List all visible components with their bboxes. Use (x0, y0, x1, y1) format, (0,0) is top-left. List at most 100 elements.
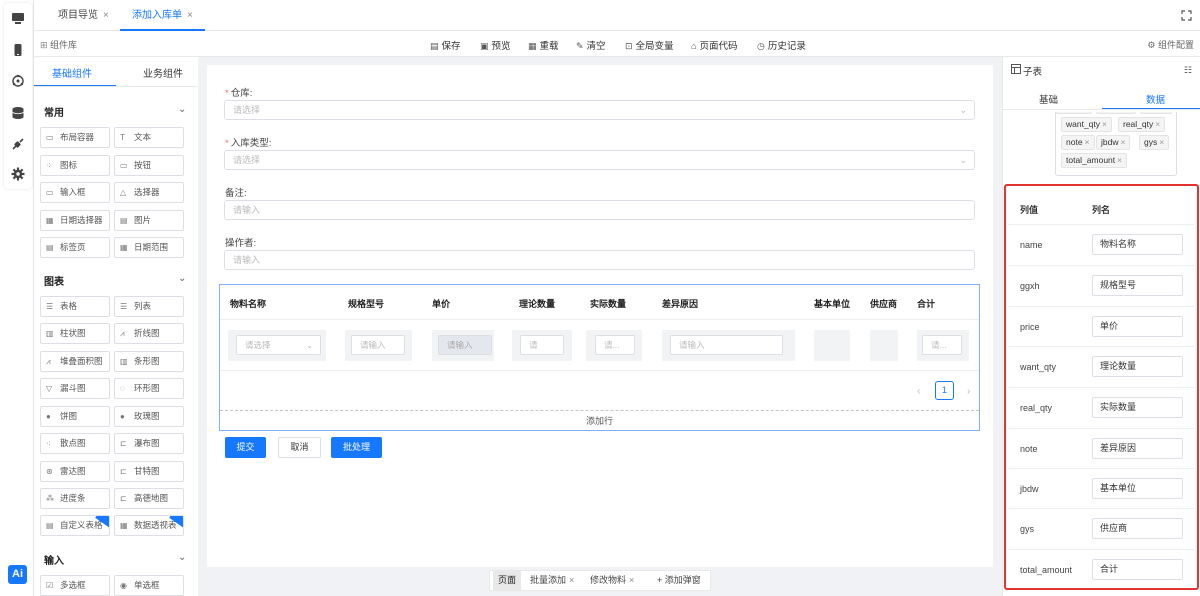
want-qty-input[interactable]: 请 (520, 335, 564, 355)
page-tab-edit-material[interactable]: 修改物料× (590, 571, 634, 590)
ai-model-icon[interactable] (11, 74, 25, 88)
page-tab-main[interactable]: 页面 (493, 571, 521, 590)
cancel-button[interactable]: 取消 (278, 437, 321, 458)
component-icon[interactable]: ⁘图标 (40, 155, 110, 176)
warehouse-select[interactable]: 请选择⌄ (224, 100, 975, 120)
mapping-value-input[interactable]: 差异原因 (1092, 438, 1183, 459)
operator-input[interactable]: 请输入 (224, 250, 975, 270)
close-icon[interactable]: × (1117, 155, 1122, 165)
history-button[interactable]: ◷历史记录 (757, 38, 806, 52)
component-progress[interactable]: ⁂进度条 (40, 488, 110, 509)
component-funnel[interactable]: ▽漏斗图 (40, 378, 110, 399)
tab-project-overview[interactable]: 项目导览× (58, 0, 109, 31)
component-line-chart[interactable]: ⩘折线图 (114, 323, 184, 344)
component-input[interactable]: ▭输入框 (40, 182, 110, 203)
component-radar[interactable]: ⊛雷达图 (40, 461, 110, 482)
chevron-right-icon[interactable]: › (967, 386, 970, 397)
note-input[interactable]: 请输入 (670, 335, 783, 355)
mapping-value-input[interactable]: 供应商 (1092, 518, 1183, 539)
clear-button[interactable]: ✎清空 (576, 38, 606, 52)
component-checkbox[interactable]: ☑多选框 (40, 575, 110, 596)
component-list[interactable]: ☰列表 (114, 296, 184, 317)
monitor-icon[interactable] (11, 11, 25, 25)
mapping-value-input[interactable]: 实际数量 (1092, 397, 1183, 418)
columns-multiselect[interactable]: want_qty× real_qty× note× jbdw× gys× tot… (1055, 112, 1177, 176)
ai-assistant-button[interactable]: Ai (8, 565, 27, 584)
component-pivot-table[interactable]: ▦数据透视表 (114, 515, 184, 536)
add-dialog-button[interactable]: + 添加弹窗 (657, 571, 701, 590)
component-tabs[interactable]: ▤标签页 (40, 237, 110, 258)
close-icon[interactable]: × (569, 575, 574, 585)
component-radio[interactable]: ◉单选框 (114, 575, 184, 596)
mapping-value-input[interactable]: 规格型号 (1092, 275, 1183, 296)
mapping-value-input[interactable]: 基本单位 (1092, 478, 1183, 499)
chip-real-qty[interactable]: real_qty× (1118, 117, 1165, 132)
tab-basic-components[interactable]: 基础组件 (52, 65, 92, 80)
tab-data[interactable]: 数据 (1146, 92, 1165, 106)
plugin-icon[interactable] (11, 137, 25, 151)
component-rose-chart[interactable]: ●玫瑰图 (114, 406, 184, 427)
component-date-range[interactable]: ▦日期范围 (114, 237, 184, 258)
tab-add-inbound[interactable]: 添加入库单× (120, 0, 205, 31)
component-amap[interactable]: ⊏高德地图 (114, 488, 184, 509)
page-number[interactable]: 1 (935, 381, 954, 400)
preview-button[interactable]: ▣预览 (480, 38, 511, 52)
chevron-down-icon[interactable]: ⌄ (178, 552, 186, 563)
chip-gys[interactable]: gys× (1139, 135, 1169, 150)
mobile-icon[interactable] (11, 43, 25, 57)
page-tab-batch-add[interactable]: 批量添加× (530, 571, 574, 590)
component-ring-chart[interactable]: ◌环形图 (114, 378, 184, 399)
total-input[interactable]: 请... (922, 335, 962, 355)
component-text[interactable]: T文本 (114, 127, 184, 148)
mapping-value-input[interactable]: 物料名称 (1092, 234, 1183, 255)
global-variable-button[interactable]: ⊡全局变量 (625, 38, 674, 52)
close-icon[interactable]: × (187, 10, 193, 21)
close-icon[interactable]: × (1120, 137, 1125, 147)
gear-icon[interactable] (11, 167, 25, 181)
component-custom-table[interactable]: ▤自定义表格 (40, 515, 110, 536)
close-icon[interactable]: × (1159, 137, 1164, 147)
page-code-button[interactable]: ⌂页面代码 (691, 38, 737, 52)
close-icon[interactable]: × (103, 10, 109, 21)
remark-input[interactable]: 请输入 (224, 200, 975, 220)
spec-input[interactable]: 请输入 (351, 335, 405, 355)
menu-icon[interactable]: ☷ (1184, 65, 1192, 76)
real-qty-input[interactable]: 请... (595, 335, 635, 355)
component-bar-chart[interactable]: ▥柱状图 (40, 323, 110, 344)
component-stacked-area[interactable]: ⩘堆叠面积图 (40, 351, 110, 372)
batch-process-button[interactable]: 批处理 (331, 437, 382, 458)
component-gantt[interactable]: ⊏甘特图 (114, 461, 184, 482)
chip-want-qty[interactable]: want_qty× (1061, 117, 1112, 132)
component-waterfall[interactable]: ⊏瀑布图 (114, 433, 184, 454)
close-icon[interactable]: × (1085, 137, 1090, 147)
reload-button[interactable]: ▦重载 (528, 38, 559, 52)
fullscreen-icon[interactable] (1181, 10, 1192, 21)
subtable[interactable]: 物料名称 规格型号 单价 理论数量 实际数量 差异原因 基本单位 供应商 合计 … (219, 284, 980, 431)
inbound-type-select[interactable]: 请选择⌄ (224, 150, 975, 170)
chevron-down-icon[interactable]: ⌄ (178, 273, 186, 284)
chevron-down-icon[interactable]: ⌄ (178, 104, 186, 115)
tab-basic[interactable]: 基础 (1039, 92, 1058, 106)
chip-jbdw[interactable]: jbdw× (1096, 135, 1130, 150)
mapping-value-input[interactable]: 理论数量 (1092, 356, 1183, 377)
component-scatter[interactable]: ⁖散点图 (40, 433, 110, 454)
component-date-picker[interactable]: ▦日期选择器 (40, 210, 110, 231)
submit-button[interactable]: 提交 (225, 437, 266, 458)
close-icon[interactable]: × (629, 575, 634, 585)
save-button[interactable]: ▤保存 (430, 38, 461, 52)
component-table[interactable]: ☰表格 (40, 296, 110, 317)
material-name-select[interactable]: 请选择⌄ (236, 335, 321, 355)
chip-total-amount[interactable]: total_amount× (1061, 153, 1127, 168)
component-image[interactable]: ▤图片 (114, 210, 184, 231)
close-icon[interactable]: × (1155, 119, 1160, 129)
mapping-value-input[interactable]: 单价 (1092, 316, 1183, 337)
component-select[interactable]: △选择器 (114, 182, 184, 203)
chevron-left-icon[interactable]: ‹ (917, 386, 920, 397)
component-config-button[interactable]: ⚙ 组件配置 (1147, 38, 1194, 51)
chip-note[interactable]: note× (1061, 135, 1095, 150)
component-bar-horizontal[interactable]: ▥条形图 (114, 351, 184, 372)
close-icon[interactable]: × (1102, 119, 1107, 129)
component-button[interactable]: ▭按钮 (114, 155, 184, 176)
mapping-value-input[interactable]: 合计 (1092, 559, 1183, 580)
component-layout-container[interactable]: ▭布局容器 (40, 127, 110, 148)
